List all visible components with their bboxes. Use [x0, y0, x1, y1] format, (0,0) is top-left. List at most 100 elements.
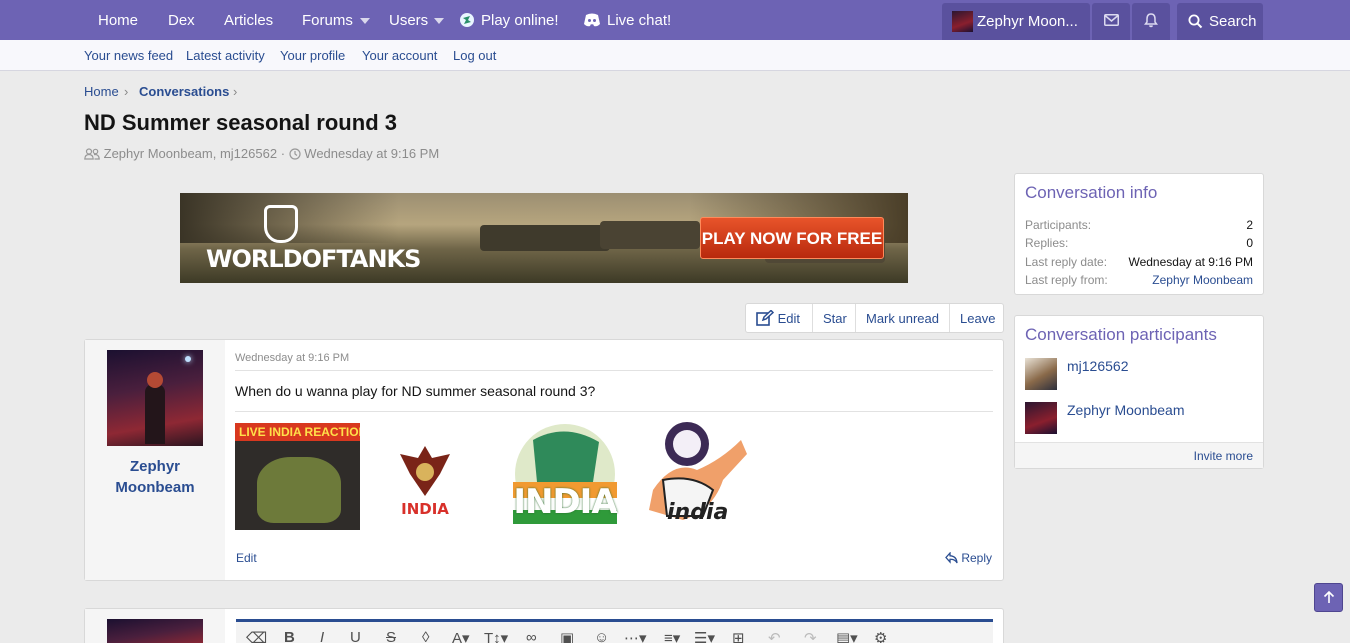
table-icon[interactable]: ⊞ — [732, 629, 745, 643]
nav-forums[interactable]: Forums — [302, 0, 353, 40]
nav-articles[interactable]: Articles — [224, 0, 273, 40]
reply-editor-card: ⌫ B I U S ◊ A▾ T↕▾ ∞ ▣ ☺ ⋯▾ ≡▾ ☰▾ ⊞ ↶ ↷ … — [84, 608, 1004, 643]
advertisement-banner[interactable]: WORLDOFTANKS PLAY NOW FOR FREE — [180, 193, 908, 283]
info-row-participants: Participants: 2 — [1025, 218, 1253, 232]
last-reply-user-link[interactable]: Zephyr Moonbeam — [1152, 273, 1253, 287]
eraser-icon[interactable]: ⌫ — [246, 629, 267, 643]
message-card: Zephyr Moonbeam Wednesday at 9:16 PM Whe… — [84, 339, 1004, 581]
world-of-tanks-logo-icon — [264, 205, 298, 243]
clock-icon — [289, 148, 301, 160]
message-user-pane: Zephyr Moonbeam — [85, 340, 225, 580]
play-now-button[interactable]: PLAY NOW FOR FREE — [700, 217, 884, 259]
info-row-replies: Replies: 0 — [1025, 236, 1253, 250]
bold-icon[interactable]: B — [284, 629, 295, 643]
nav-live-chat[interactable]: Live chat! — [607, 0, 671, 40]
meta-separator: · — [280, 146, 286, 161]
user-menu-toggle[interactable]: Zephyr Moon... — [942, 3, 1090, 40]
mark-unread-button[interactable]: Mark unread — [866, 304, 939, 332]
edit-message-link[interactable]: Edit — [236, 551, 257, 565]
envelope-icon — [1104, 14, 1119, 26]
message-image-live-india-reaction[interactable]: LIVE INDIA REACTION — [235, 423, 360, 530]
edit-icon — [756, 310, 774, 326]
invite-more-link[interactable]: Invite more — [1015, 442, 1263, 468]
subnav-latest-activity[interactable]: Latest activity — [186, 48, 265, 63]
avatar[interactable] — [1025, 402, 1057, 434]
search-button[interactable]: Search — [1177, 3, 1263, 40]
nav-play-online[interactable]: Play online! — [481, 0, 559, 40]
info-row-last-reply-date: Last reply date: Wednesday at 9:16 PM — [1025, 255, 1253, 269]
avatar — [952, 11, 973, 32]
users-dropdown-toggle[interactable] — [434, 0, 444, 40]
avatar[interactable] — [1025, 358, 1057, 390]
undo-icon[interactable]: ↶ — [768, 629, 781, 643]
leave-button[interactable]: Leave — [960, 304, 995, 332]
conversation-meta: Zephyr Moonbeam, mj126562 · Wednesday at… — [84, 146, 439, 161]
font-size-icon[interactable]: T↕▾ — [484, 629, 508, 643]
showdown-icon — [459, 12, 475, 28]
nav-home[interactable]: Home — [98, 0, 138, 40]
drafts-icon[interactable]: ▤▾ — [836, 629, 858, 643]
link-icon[interactable]: ∞ — [526, 629, 537, 643]
subnav-profile[interactable]: Your profile — [280, 48, 345, 63]
participant-name[interactable]: Zephyr Moonbeam — [1067, 402, 1185, 418]
nav-dex[interactable]: Dex — [168, 0, 195, 40]
image-header-text: LIVE INDIA REACTION — [235, 423, 360, 441]
participants-line: Zephyr Moonbeam, mj126562 — [103, 146, 278, 161]
participants-title: Conversation participants — [1025, 325, 1217, 344]
participant-name[interactable]: mj126562 — [1067, 358, 1129, 374]
italic-icon[interactable]: I — [320, 629, 324, 643]
forums-dropdown-toggle[interactable] — [360, 0, 370, 40]
conversation-actions: Edit Star Mark unread Leave — [745, 303, 1004, 333]
scroll-to-top-button[interactable] — [1314, 583, 1343, 612]
breadcrumb-home[interactable]: Home — [84, 84, 119, 99]
conversation-info-block: Conversation info Participants: 2 Replie… — [1014, 173, 1264, 295]
text-color-icon[interactable]: ◊ — [422, 629, 429, 643]
font-family-icon[interactable]: A▾ — [452, 629, 470, 643]
alerts-button[interactable] — [1132, 3, 1170, 40]
users-icon — [84, 148, 100, 160]
arrow-up-icon — [1323, 591, 1334, 603]
conversation-info-title: Conversation info — [1025, 183, 1158, 202]
list-icon[interactable]: ☰▾ — [694, 629, 715, 643]
gear-icon[interactable]: ⚙ — [874, 629, 887, 643]
more-options-icon[interactable]: ⋯▾ — [624, 629, 647, 643]
banner-brand: WORLDOFTANKS — [206, 245, 421, 273]
subnav-news-feed[interactable]: Your news feed — [84, 48, 173, 63]
smilie-icon[interactable]: ☺ — [594, 629, 609, 643]
reply-button[interactable]: Reply — [945, 551, 992, 565]
chevron-down-icon — [360, 18, 370, 25]
edit-conversation-button[interactable]: Edit — [756, 304, 800, 332]
conversations-button[interactable] — [1092, 3, 1130, 40]
message-image-india-character[interactable]: india — [643, 420, 751, 530]
chevron-right-icon: › — [124, 84, 129, 99]
top-navigation: Home Dex Articles Forums Users Play onli… — [0, 0, 1350, 40]
star-button[interactable]: Star — [823, 304, 847, 332]
search-icon — [1188, 14, 1203, 29]
message-author[interactable]: Zephyr Moonbeam — [85, 456, 225, 498]
user-menu-label: Zephyr Moon... — [977, 13, 1078, 30]
divider — [235, 370, 993, 371]
search-label: Search — [1209, 13, 1257, 30]
message-date[interactable]: Wednesday at 9:16 PM — [235, 352, 349, 364]
chevron-down-icon — [434, 18, 444, 25]
conversation-date: Wednesday at 9:16 PM — [304, 146, 440, 161]
avatar — [107, 619, 203, 643]
message-text: When do u wanna play for ND summer seaso… — [235, 383, 596, 399]
image-icon[interactable]: ▣ — [560, 629, 574, 643]
avatar[interactable] — [107, 350, 203, 446]
message-image-india-pokemon[interactable]: INDIA — [503, 422, 627, 526]
redo-icon[interactable]: ↷ — [804, 629, 817, 643]
message-image-india-sticker[interactable]: INDIA — [390, 444, 460, 524]
editor-toolbar: ⌫ B I U S ◊ A▾ T↕▾ ∞ ▣ ☺ ⋯▾ ≡▾ ☰▾ ⊞ ↶ ↷ … — [236, 619, 993, 643]
subnav-account[interactable]: Your account — [362, 48, 437, 63]
reply-icon — [945, 552, 958, 564]
nav-users[interactable]: Users — [389, 0, 428, 40]
underline-icon[interactable]: U — [350, 629, 361, 643]
strikethrough-icon[interactable]: S — [386, 629, 396, 643]
sub-navigation: Your news feed Latest activity Your prof… — [0, 40, 1350, 71]
align-icon[interactable]: ≡▾ — [664, 629, 680, 643]
page-title: ND Summer seasonal round 3 — [84, 110, 397, 135]
subnav-logout[interactable]: Log out — [453, 48, 496, 63]
breadcrumb-conversations[interactable]: Conversations — [139, 84, 229, 99]
conversation-participants-block: Conversation participants mj126562 Zephy… — [1014, 315, 1264, 469]
